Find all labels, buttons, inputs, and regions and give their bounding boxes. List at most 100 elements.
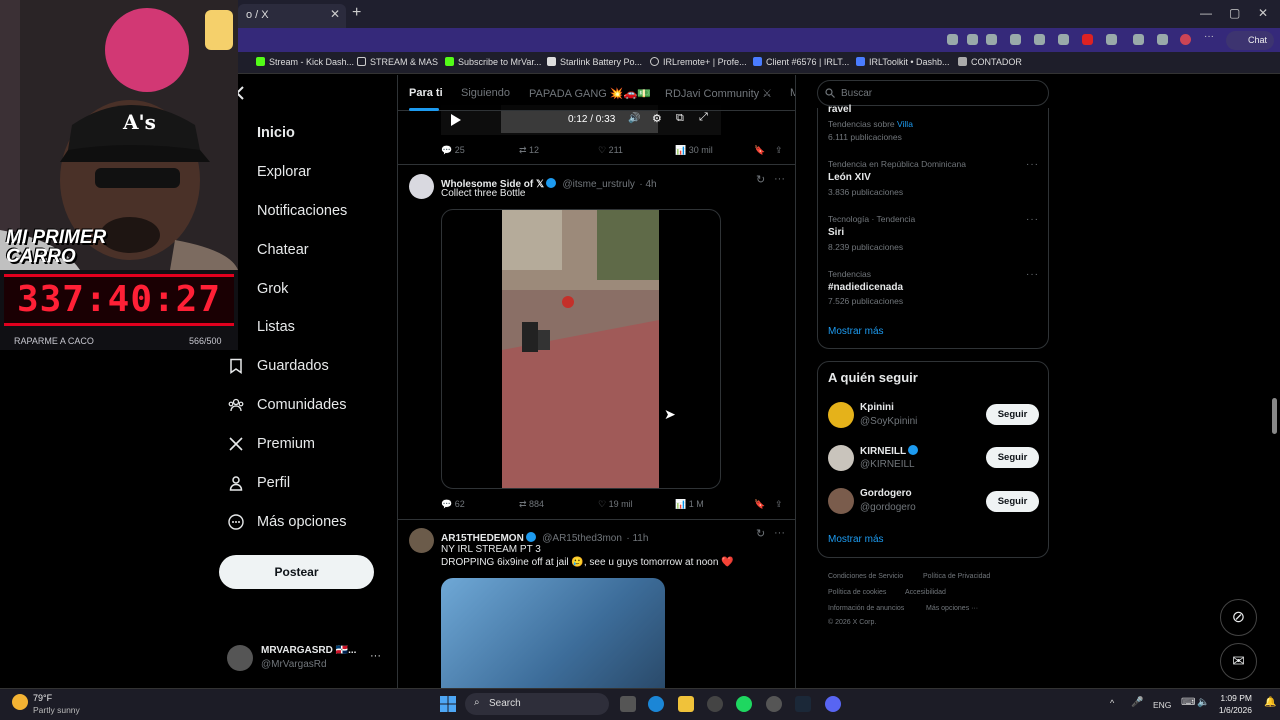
follow-button[interactable]: Seguir xyxy=(986,447,1039,468)
post-more-icon[interactable]: ··· xyxy=(774,173,785,185)
nav-lists[interactable]: Listas xyxy=(228,319,295,335)
network-icon[interactable]: ⌨ xyxy=(1181,697,1195,708)
nav-communities[interactable]: Comunidades xyxy=(228,397,346,413)
edge-browser-icon[interactable] xyxy=(648,696,664,712)
nav-premium[interactable]: Premium xyxy=(228,436,315,452)
show-more-follow-link[interactable]: Mostrar más xyxy=(828,534,884,545)
views-stat[interactable]: 📊 1 M xyxy=(675,499,704,510)
grok-icon[interactable]: ↻ xyxy=(756,173,765,186)
extension-icon[interactable] xyxy=(1133,34,1144,45)
author-handle[interactable]: @AR15thed3mon xyxy=(542,533,622,544)
tab-more[interactable]: M xyxy=(790,87,795,99)
follow-button[interactable]: Seguir xyxy=(986,404,1039,425)
suggestion-handle[interactable]: @KIRNEILL xyxy=(860,459,915,470)
like-stat[interactable]: ♡ 211 xyxy=(598,145,623,156)
post-more-icon[interactable]: ··· xyxy=(774,527,785,539)
account-menu-icon[interactable]: ··· xyxy=(370,650,381,662)
tray-chevron-icon[interactable]: ^ xyxy=(1110,698,1114,708)
new-tab-icon[interactable]: + xyxy=(352,4,361,22)
language-indicator[interactable]: ENG xyxy=(1153,700,1171,710)
extension-icon[interactable] xyxy=(1106,34,1117,45)
suggestion-name[interactable]: Gordogero xyxy=(860,488,912,499)
grok-icon[interactable]: ↻ xyxy=(756,527,765,540)
scrollbar-thumb[interactable] xyxy=(1272,398,1277,434)
file-explorer-icon[interactable] xyxy=(678,696,694,712)
suggestion-name[interactable]: KIRNEILL xyxy=(860,445,920,457)
microphone-icon[interactable]: 🎤 xyxy=(1131,697,1143,708)
suggestion-name[interactable]: Kpinini xyxy=(860,402,894,413)
clock-time[interactable]: 1:09 PM xyxy=(1219,693,1252,703)
search-input[interactable]: Buscar xyxy=(817,80,1049,106)
show-more-trends-link[interactable]: Mostrar más xyxy=(828,326,884,337)
post-image[interactable] xyxy=(441,578,665,688)
close-window-icon[interactable]: ✕ xyxy=(1258,6,1268,20)
more-menu-icon[interactable]: ··· xyxy=(1204,31,1215,42)
avatar[interactable] xyxy=(409,528,434,553)
post-time[interactable]: · 4h xyxy=(639,179,656,190)
spotify-icon[interactable] xyxy=(736,696,752,712)
bookmark-item[interactable]: Starlink Battery Po... xyxy=(547,57,642,67)
grok-float-icon[interactable]: ⊘ xyxy=(1220,599,1257,636)
author-handle[interactable]: @itsme_urstruly xyxy=(563,179,635,190)
volume-icon[interactable]: 🔈 xyxy=(1197,697,1209,708)
suggestion-handle[interactable]: @gordogero xyxy=(860,502,916,513)
app-icon[interactable] xyxy=(766,696,782,712)
nav-more-options[interactable]: Más opciones xyxy=(228,514,346,530)
nav-chat[interactable]: Chatear xyxy=(228,242,309,258)
follow-button[interactable]: Seguir xyxy=(986,491,1039,512)
extension-icon[interactable] xyxy=(1058,34,1069,45)
nav-bookmarks[interactable]: Guardados xyxy=(228,358,329,374)
extension-icon[interactable] xyxy=(947,34,958,45)
task-view-icon[interactable] xyxy=(620,696,636,712)
like-stat[interactable]: ♡ 19 mil xyxy=(598,499,633,510)
obs-icon[interactable] xyxy=(707,696,723,712)
reply-stat[interactable]: 💬 62 xyxy=(441,499,465,510)
avatar[interactable] xyxy=(828,488,854,514)
footer-link[interactable]: Condiciones de Servicio xyxy=(828,573,903,580)
nav-home[interactable]: Inicio xyxy=(228,125,295,141)
bookmark-item[interactable]: CONTADOR xyxy=(958,57,1022,67)
suggestion-handle[interactable]: @SoyKpinini xyxy=(860,416,917,427)
trend-topic[interactable]: #nadiedicenada xyxy=(828,282,903,293)
trend-more-icon[interactable]: ··· xyxy=(1026,214,1039,225)
bookmark-item[interactable]: Client #6576 | IRLT... xyxy=(753,57,849,67)
trend-topic[interactable]: ravel xyxy=(828,104,851,115)
post-button[interactable]: Postear xyxy=(219,555,374,589)
bookmark-item[interactable]: Subscribe to MrVar... xyxy=(445,57,541,67)
bookmark-icon[interactable]: 🔖 xyxy=(754,145,765,156)
messages-float-icon[interactable]: ✉ xyxy=(1220,643,1257,680)
trend-more-icon[interactable]: ··· xyxy=(1026,269,1039,280)
tab-rdjavi-community[interactable]: RDJavi Community ⚔ xyxy=(665,87,772,100)
clock-date[interactable]: 1/6/2026 xyxy=(1217,705,1252,715)
trend-more-icon[interactable]: ··· xyxy=(1026,159,1039,170)
tab-papada-gang[interactable]: PAPADA GANG 💥🚗💵 xyxy=(529,87,651,100)
views-stat[interactable]: 📊 30 mil xyxy=(675,145,713,156)
steam-icon[interactable] xyxy=(795,696,811,712)
weather-icon[interactable] xyxy=(12,694,28,710)
bookmark-item[interactable]: Stream - Kick Dash... xyxy=(256,57,354,67)
footer-link[interactable]: Más opciones ··· xyxy=(926,605,978,612)
discord-icon[interactable] xyxy=(825,696,841,712)
copilot-chat-button[interactable]: Chat xyxy=(1226,31,1274,50)
footer-link[interactable]: Accesibilidad xyxy=(905,589,946,596)
reply-stat[interactable]: 💬 25 xyxy=(441,145,465,156)
repost-stat[interactable]: ⇄ 884 xyxy=(519,499,544,510)
tab-close-icon[interactable]: ✕ xyxy=(330,7,340,21)
avatar[interactable] xyxy=(409,174,434,199)
bookmark-icon[interactable]: 🔖 xyxy=(754,499,765,510)
nav-profile[interactable]: Perfil xyxy=(228,475,290,491)
author-name[interactable]: AR15THEDEMON xyxy=(441,533,524,544)
share-icon[interactable]: ⇪ xyxy=(775,499,783,510)
bookmark-item[interactable]: STREAM & MAS xyxy=(357,57,438,67)
tab-for-you[interactable]: Para ti xyxy=(409,87,443,99)
favorite-star-icon[interactable] xyxy=(986,34,997,45)
minimize-icon[interactable]: — xyxy=(1200,6,1212,20)
footer-link[interactable]: Política de Privacidad xyxy=(923,573,990,580)
extension-icon[interactable] xyxy=(1082,34,1093,45)
bookmark-item[interactable]: IRLremote+ | Profe... xyxy=(650,57,747,67)
repost-stat[interactable]: ⇄ 12 xyxy=(519,145,539,156)
fullscreen-icon[interactable]: ⤢ xyxy=(699,111,708,124)
avatar[interactable] xyxy=(828,402,854,428)
settings-gear-icon[interactable]: ⚙ xyxy=(652,112,662,125)
trend-topic[interactable]: Siri xyxy=(828,227,844,238)
